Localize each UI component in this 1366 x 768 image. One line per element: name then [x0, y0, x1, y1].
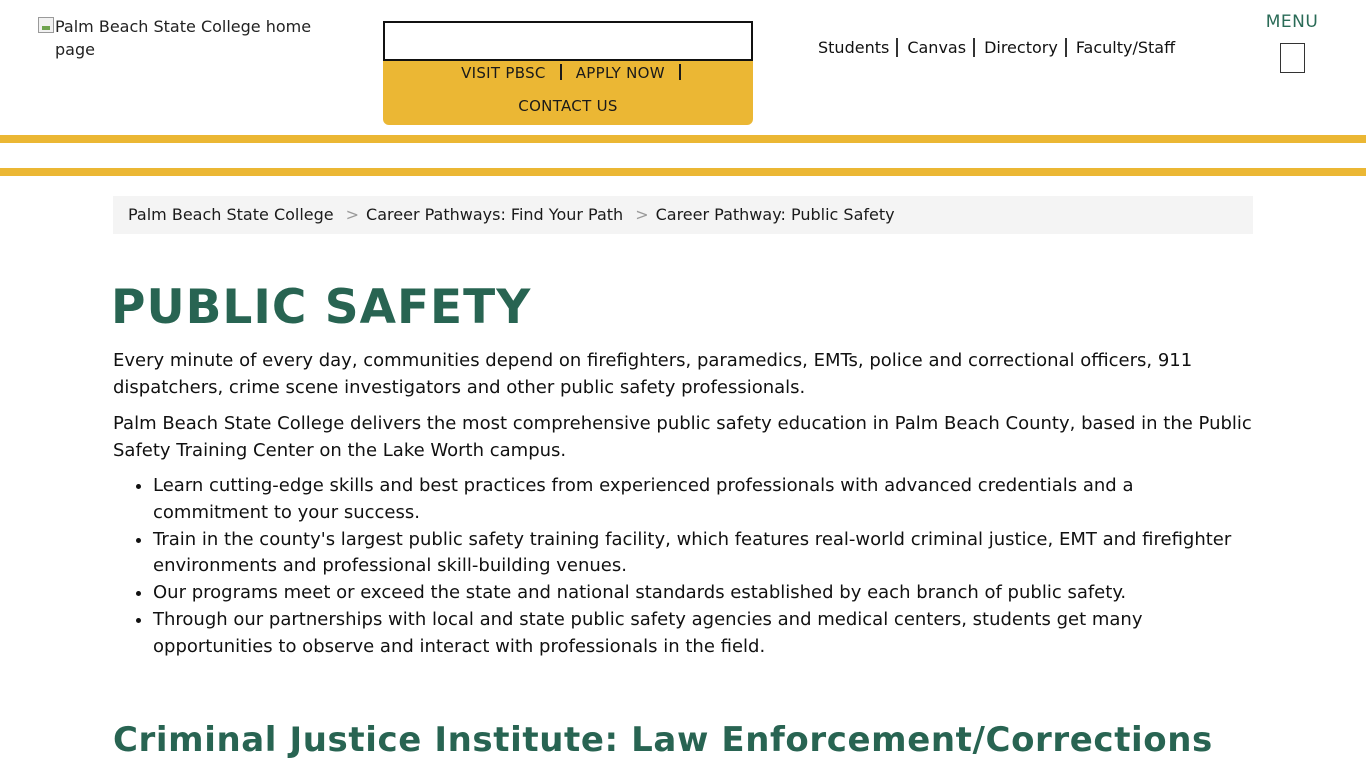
page-title: PUBLIC SAFETY	[111, 280, 532, 335]
search-and-cta: VISIT PBSC APPLY NOW CONTACT US	[383, 21, 753, 125]
breadcrumb-current: Career Pathway: Public Safety	[655, 205, 895, 224]
list-item: Our programs meet or exceed the state an…	[153, 580, 1253, 607]
link-divider	[973, 38, 976, 57]
site-header: Palm Beach State College home page VISIT…	[0, 0, 1366, 134]
cta-row-bottom: CONTACT US	[383, 97, 753, 115]
directory-link[interactable]: Directory	[984, 38, 1058, 57]
cta-divider	[678, 64, 681, 80]
benefits-list: Learn cutting-edge skills and best pract…	[113, 473, 1253, 660]
contact-us-link[interactable]: CONTACT US	[508, 97, 627, 115]
logo-alt-text: Palm Beach State College home page	[55, 17, 312, 59]
menu-label: MENU	[1265, 12, 1319, 32]
breadcrumb-home[interactable]: Palm Beach State College	[128, 205, 334, 224]
section-heading: Criminal Justice Institute: Law Enforcem…	[113, 720, 1213, 760]
search-input[interactable]	[383, 21, 753, 61]
breadcrumb-separator: >	[345, 205, 360, 224]
link-divider	[896, 38, 899, 57]
list-item: Through our partnerships with local and …	[153, 607, 1253, 660]
header-gold-band-top	[0, 135, 1366, 143]
header-gold-band-bottom	[0, 168, 1366, 176]
menu-toggle-icon[interactable]	[1279, 43, 1305, 73]
college-logo-link[interactable]: Palm Beach State College home page	[38, 15, 338, 61]
intro-paragraph: Palm Beach State College delivers the mo…	[113, 413, 1252, 461]
audience-links: Students Canvas Directory Faculty/Staff	[818, 38, 1175, 57]
link-divider	[1064, 38, 1067, 57]
cta-panel: VISIT PBSC APPLY NOW CONTACT US	[383, 61, 753, 125]
main-content: PUBLIC SAFETY Every minute of every day,…	[111, 278, 1253, 661]
canvas-link[interactable]: Canvas	[907, 38, 966, 57]
intro-paragraph: Every minute of every day, communities d…	[113, 350, 1193, 398]
faculty-staff-link[interactable]: Faculty/Staff	[1076, 38, 1175, 57]
students-link[interactable]: Students	[818, 38, 889, 57]
cta-divider	[559, 64, 562, 80]
apply-now-link[interactable]: APPLY NOW	[566, 64, 675, 82]
list-item: Train in the county's largest public saf…	[153, 527, 1253, 580]
breadcrumb-separator: >	[635, 205, 649, 224]
menu-button[interactable]: MENU	[1262, 12, 1322, 73]
broken-image-icon	[38, 17, 54, 33]
breadcrumb: Palm Beach State College > Career Pathways…	[113, 196, 1253, 234]
visit-pbsc-link[interactable]: VISIT PBSC	[451, 64, 556, 82]
list-item: Learn cutting-edge skills and best pract…	[153, 473, 1253, 526]
cta-row-top: VISIT PBSC APPLY NOW	[383, 64, 753, 82]
breadcrumb-career-pathways[interactable]: Career Pathways: Find Your Path	[366, 205, 623, 224]
